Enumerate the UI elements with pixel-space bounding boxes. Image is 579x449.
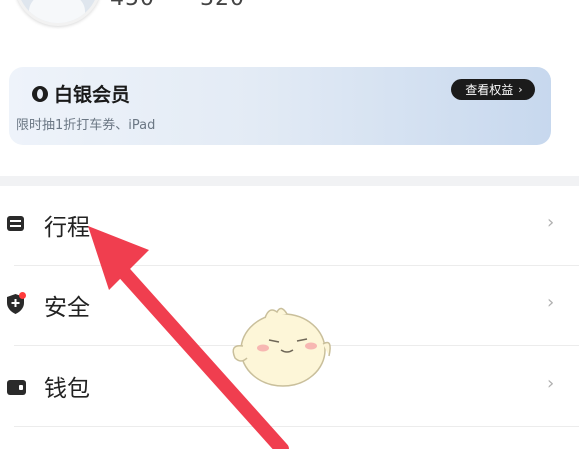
row-separator (14, 426, 579, 427)
member-card-subtitle: 限时抽1折打车券、iPad (16, 118, 156, 133)
avatar[interactable] (14, 0, 102, 26)
notification-dot (19, 292, 26, 299)
avatar-body-shape (29, 0, 85, 23)
menu-item-label: 行程 (44, 215, 90, 241)
profile-stat-partial-a: 450 (110, 0, 155, 11)
chevron-right-icon: › (547, 373, 555, 394)
member-level-icon (32, 85, 48, 102)
view-benefits-label: 查看权益 (465, 83, 514, 97)
chevron-right-icon: › (547, 292, 555, 313)
mascot-sticker-icon (232, 307, 331, 387)
wallet-icon (7, 380, 26, 395)
menu-item-label: 安全 (44, 295, 90, 321)
shield-icon (7, 292, 26, 314)
member-card[interactable]: 白银会员 限时抽1折打车券、iPad 查看权益 › (9, 67, 551, 145)
menu-item-label: 钱包 (44, 376, 90, 402)
chevron-right-icon: › (547, 212, 555, 233)
view-benefits-button[interactable]: 查看权益 › (451, 79, 535, 100)
trip-icon (7, 216, 24, 231)
menu-item-trips[interactable]: 行程 › (0, 186, 579, 266)
section-divider (0, 176, 579, 186)
member-card-title: 白银会员 (54, 84, 131, 106)
member-card-title-row: 白银会员 (32, 80, 130, 107)
profile-stat-partial-b: 320 (200, 0, 245, 11)
chevron-right-icon: › (518, 83, 523, 96)
